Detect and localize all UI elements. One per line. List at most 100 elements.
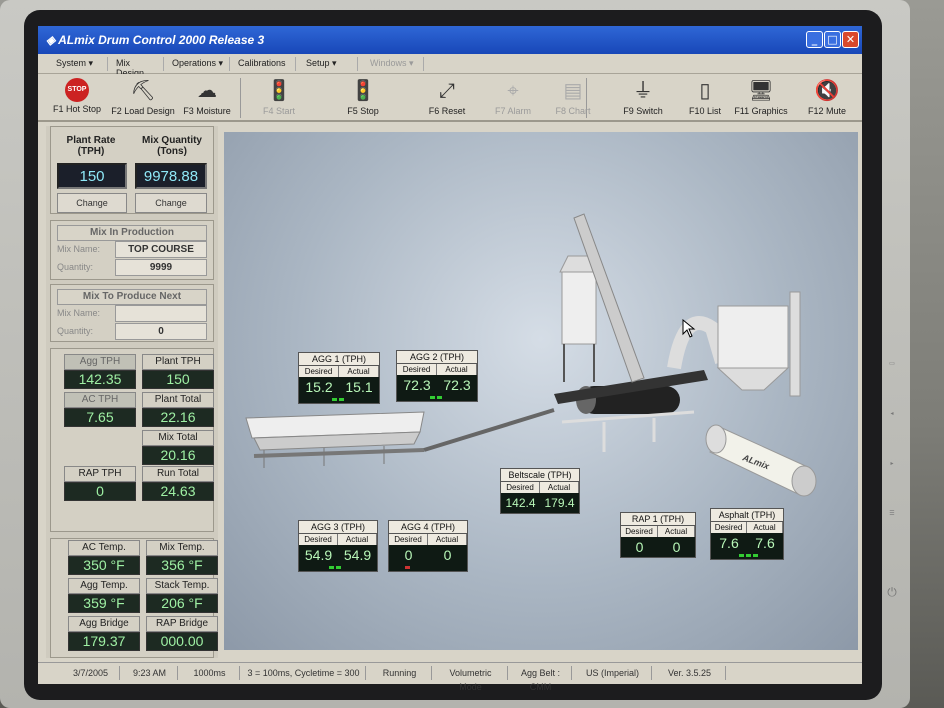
status-field: 3 = 100ms, Cycletime = 300: [242, 666, 366, 680]
status-field: 9:23 AM: [122, 666, 178, 680]
mix-quantity-value: 9978.88: [135, 163, 207, 189]
traffic-light-icon: 🚦: [266, 80, 292, 102]
plant-tph-gauge: Plant TPH 150: [142, 354, 214, 389]
next-quantity-label: Quantity:: [57, 326, 94, 336]
run-total-gauge: Run Total 24.63: [142, 466, 214, 501]
agg4-meter: AGG 4 (TPH) Desired Actual 00: [388, 520, 468, 572]
mix-next-header: Mix To Produce Next: [57, 289, 207, 305]
hot-stop-sign-icon: STOP: [65, 78, 89, 102]
app-logo-icon: ◈: [46, 33, 59, 47]
plant-rate-group: Plant Rate (TPH) Mix Quantity (Tons) 150…: [50, 126, 214, 214]
menu-setup[interactable]: Setup ▾: [302, 57, 358, 71]
mix-quantity-label: Mix Quantity (Tons): [141, 135, 202, 157]
change-plant-rate-button[interactable]: Change: [57, 193, 127, 213]
plant-rate-label: Plant Rate (TPH): [66, 135, 116, 157]
plant-graphic: ALmix AGG 1 (TPH) Desired Actual 15.2 15.1…: [224, 132, 858, 650]
toolbar-f9-switch-button[interactable]: ⏚ F9 Switch: [608, 76, 678, 120]
mix-total-gauge: Mix Total 20.16: [142, 430, 214, 465]
list-icon: ▯: [699, 80, 711, 102]
toolbar-label: F5 Stop: [347, 106, 379, 116]
status-field: Volumetric Mode: [434, 666, 508, 692]
cold-feed-bins-illustration: [245, 411, 425, 468]
quantity-label: Quantity:: [57, 262, 94, 272]
menu-calibrations[interactable]: Calibrations: [234, 57, 296, 71]
toolbar-label: F7 Alarm: [494, 106, 531, 116]
title-bar: ◈ ALmix Drum Control 2000 Release 3 _ □ …: [38, 26, 862, 54]
toolbar-f5-stop-button[interactable]: 🚦 F5 Stop: [328, 76, 398, 120]
toolbar-label: F6 Reset: [428, 106, 466, 116]
toolbar-label: F8 Chart: [555, 106, 591, 116]
left-panel: Plant Rate (TPH) Mix Quantity (Tons) 150…: [46, 126, 218, 658]
menu-mix-design[interactable]: Mix Design: [112, 57, 164, 78]
asphalt-meter: Asphalt (TPH) Desired Actual 7.6 7.6: [710, 508, 784, 560]
next-quantity-value[interactable]: 0: [115, 323, 207, 340]
mute-icon: 🔇: [814, 80, 840, 102]
agg3-meter: AGG 3 (TPH) Desired Actual 54.9 54.9: [298, 520, 378, 572]
plant-rate-value: 150: [57, 163, 127, 189]
plant-total-gauge: Plant Total 22.16: [142, 392, 214, 427]
mix-in-production-header: Mix In Production: [57, 225, 207, 241]
toolbar-label: F12 Mute: [807, 106, 847, 116]
toolbar-label: F2 Load Design: [111, 106, 175, 116]
toolbar-f11-graphics-button[interactable]: 🖥 F11 Graphics: [726, 76, 796, 120]
mix-in-production-group: Mix In Production Mix Name: TOP COURSE Q…: [50, 220, 214, 280]
quantity-value: 9999: [115, 259, 207, 276]
switch-icon: ⏚: [633, 80, 653, 102]
toolbar-f3-moisture-button[interactable]: ☁ F3 Moisture: [172, 76, 242, 120]
change-mix-quantity-button[interactable]: Change: [135, 193, 207, 213]
agg1-meter: AGG 1 (TPH) Desired Actual 15.2 15.1: [298, 352, 380, 404]
toolbar-f12-mute-button[interactable]: 🔇 F12 Mute: [792, 76, 862, 120]
mix-temp-gauge: Mix Temp. 356 °F: [146, 540, 218, 575]
next-mix-name-value[interactable]: [115, 305, 207, 322]
agg-bridge-gauge: Agg Bridge 179.37: [68, 616, 140, 651]
chart-icon: ▤: [563, 80, 583, 102]
power-icon[interactable]: ⏻: [882, 585, 902, 600]
toolbar-label: F9 Switch: [623, 106, 663, 116]
status-field: 1000ms: [180, 666, 240, 680]
toolbar-f4-start-button[interactable]: 🚦 F4 Start: [244, 76, 314, 120]
mix-to-produce-next-group: Mix To Produce Next Mix Name: Quantity: …: [50, 284, 214, 342]
traffic-light-icon: 🚦: [350, 80, 376, 102]
toolbar-label: F1 Hot Stop: [52, 104, 102, 114]
menu-bar: System ▾ Mix Design Operations ▾ Calibra…: [38, 54, 862, 78]
agg-temp-gauge: Agg Temp. 359 °F: [68, 578, 140, 613]
asphalt-tank-illustration: ALmix: [705, 424, 817, 497]
status-bar: 3/7/2005 9:23 AM 1000ms 3 = 100ms, Cycletim…: [38, 662, 862, 692]
ac-tph-gauge: AC TPH 7.65: [64, 392, 136, 427]
rap-tph-gauge: RAP TPH 0: [64, 466, 136, 501]
app-window: ◈ ALmix Drum Control 2000 Release 3 _ □ …: [38, 26, 862, 692]
toolbar-f1-hot-stop-button[interactable]: STOP F1 Hot Stop: [42, 76, 112, 120]
rap1-meter: RAP 1 (TPH) Desired Actual 00: [620, 512, 696, 558]
toolbar-f2-load-design-button[interactable]: ⛏ F2 Load Design: [108, 76, 178, 120]
toolbar-label: F10 List: [688, 106, 721, 116]
menu-operations[interactable]: Operations ▾: [168, 57, 230, 71]
toolbar-label: F11 Graphics: [734, 106, 788, 116]
status-field: 3/7/2005: [62, 666, 120, 680]
menu-system[interactable]: System ▾: [52, 57, 108, 71]
conveyor-illustration: [423, 408, 555, 452]
toolbar-f8-chart-button[interactable]: ▤ F8 Chart: [538, 76, 608, 120]
rap-bridge-gauge: RAP Bridge 000.00: [146, 616, 218, 651]
minimize-icon[interactable]: _: [806, 31, 823, 48]
cloud-icon: ☁: [197, 80, 217, 102]
status-field: US (Imperial): [574, 666, 652, 680]
toolbar-label: F3 Moisture: [183, 106, 231, 116]
mix-name-label: Mix Name:: [57, 244, 101, 254]
mix-name-value: TOP COURSE: [115, 241, 207, 258]
status-field: Ver. 3.5.25: [654, 666, 726, 680]
beltscale-meter: Beltscale (TPH) Desired Actual 142.4 179.4: [500, 468, 580, 514]
reset-icon: ⤢: [439, 80, 455, 102]
toolbar-label: F4 Start: [262, 106, 295, 116]
ac-temp-gauge: AC Temp. 350 °F: [68, 540, 140, 575]
status-field: Running: [368, 666, 432, 680]
window-title: ALmix Drum Control 2000 Release 3: [58, 33, 265, 47]
menu-windows[interactable]: Windows ▾: [366, 57, 424, 71]
close-icon[interactable]: ✕: [842, 31, 859, 48]
monitor-buttons: ▭ ◂ ▸ ☰ ⏻: [882, 360, 910, 620]
maximize-icon[interactable]: □: [824, 31, 841, 48]
mouse-pointer-icon: [682, 319, 696, 338]
next-mix-name-label: Mix Name:: [57, 308, 101, 318]
computer-icon: 🖥: [748, 80, 774, 102]
toolbar-f6-reset-button[interactable]: ⤢ F6 Reset: [412, 76, 482, 120]
toolbar: STOP F1 Hot Stop ⛏ F2 Load Design ☁ F3 Moistu…: [38, 74, 862, 122]
